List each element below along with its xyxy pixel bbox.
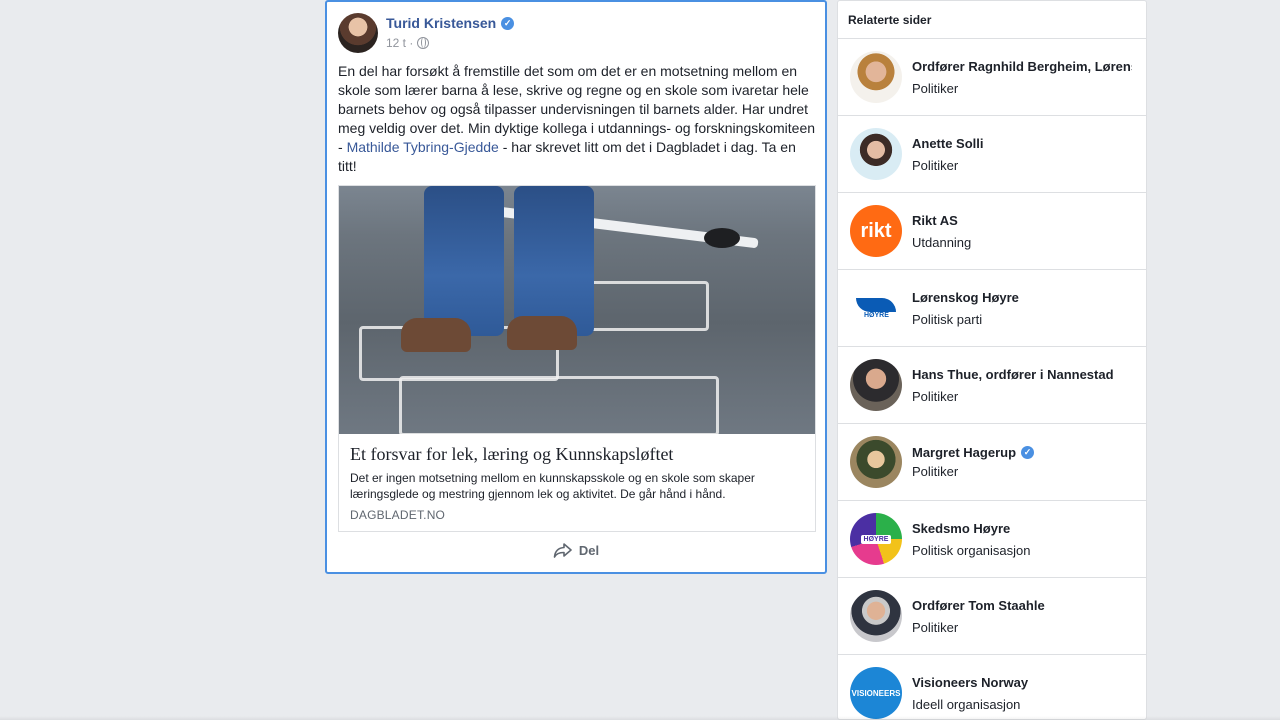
globe-icon[interactable] [417,37,430,49]
related-item-name[interactable]: Lørenskog Høyre [912,290,1132,305]
logo-text: VISIONEERS [851,688,901,698]
logo-text: HØYRE [860,534,892,544]
related-item[interactable]: HØYRE Lørenskog Høyre Politisk parti [838,270,1146,347]
related-item-category: Politisk organisasjon [912,542,1031,558]
related-item[interactable]: Ordfører Tom Staahle Politiker [838,578,1146,655]
related-item[interactable]: HØYRE Skedsmo Høyre Politisk organisasjo… [838,501,1146,578]
related-pages-title: Relaterte sider [838,1,1146,39]
link-body: Et forsvar for lek, læring og Kunnskapsl… [339,434,815,531]
related-pages-panel: Relaterte sider Ordfører Ragnhild Berghe… [837,0,1147,720]
related-item[interactable]: Anette Solli Politiker [838,116,1146,193]
link-title[interactable]: Et forsvar for lek, læring og Kunnskapsl… [350,443,804,465]
related-item[interactable]: Margret Hagerup ✓ Politiker [838,424,1146,501]
verified-badge-icon: ✓ [1021,446,1035,459]
related-item-name[interactable]: Margret Hagerup [912,445,1016,460]
related-item-name-row: Margret Hagerup ✓ [912,445,1132,460]
related-item-text: Rikt AS Utdanning [912,213,1132,250]
post-header: Turid Kristensen ✓ 12 t · [338,13,515,53]
related-item-name[interactable]: Visioneers Norway [912,675,1132,690]
link-domain: DAGBLADET.NO [350,508,446,522]
related-item-category: Politiker [912,157,959,173]
related-item[interactable]: Ordfører Ragnhild Bergheim, Lørenskog Po… [838,39,1146,116]
bottom-shadow [0,716,1280,720]
post-text: En del har forsøkt å fremstille det som … [338,62,818,176]
author-name[interactable]: Turid Kristensen [386,15,496,31]
rikt-logo[interactable]: rikt [850,205,902,257]
related-item-text: Ordfører Tom Staahle Politiker [912,598,1132,635]
leg-right [514,186,594,336]
page-avatar[interactable] [850,590,902,642]
share-label: Del [578,542,600,558]
share-icon [553,543,572,558]
hoyre-wave-icon [856,298,896,312]
page-avatar[interactable] [850,436,902,488]
shoe-left [401,318,471,352]
related-item-text: Ordfører Ragnhild Bergheim, Lørenskog Po… [912,59,1132,96]
page-avatar[interactable] [850,359,902,411]
mention-link[interactable]: Mathilde Tybring-Gjedde [347,139,499,155]
post-card: Turid Kristensen ✓ 12 t · En del har for… [325,0,827,574]
related-item-text: Skedsmo Høyre Politisk organisasjon [912,521,1132,558]
related-item-category: Utdanning [912,234,972,250]
hoyre-logo-mark: HØYRE [854,294,898,322]
post-timestamp[interactable]: 12 t · [386,36,413,50]
author-avatar[interactable] [338,13,378,53]
link-preview[interactable]: Et forsvar for lek, læring og Kunnskapsl… [338,185,816,532]
related-item-category: Ideell organisasjon [912,696,1021,712]
leg-left [424,186,504,336]
post-meta: 12 t · [386,36,514,50]
related-item-category: Politiker [912,388,959,404]
related-item-category: Politisk parti [912,311,983,327]
related-item-name[interactable]: Rikt AS [912,213,1132,228]
logo-text: HØYRE [864,312,889,319]
page-avatar[interactable] [850,51,902,103]
related-item-name[interactable]: Hans Thue, ordfører i Nannestad [912,367,1132,382]
related-item-text: Margret Hagerup ✓ Politiker [912,445,1132,479]
related-item[interactable]: rikt Rikt AS Utdanning [838,193,1146,270]
link-preview-image[interactable] [339,186,815,434]
related-item-text: Hans Thue, ordfører i Nannestad Politike… [912,367,1132,404]
related-item-category: Politiker [912,80,959,96]
shoe-right [507,316,577,350]
related-item-text: Anette Solli Politiker [912,136,1132,173]
related-item-category: Politiker [912,619,959,635]
chalk-line [399,376,719,434]
related-item-name[interactable]: Anette Solli [912,136,1132,151]
related-item-name[interactable]: Skedsmo Høyre [912,521,1132,536]
related-item[interactable]: Hans Thue, ordfører i Nannestad Politike… [838,347,1146,424]
page-avatar[interactable] [850,128,902,180]
visioneers-logo[interactable]: VISIONEERS [850,667,902,719]
skedsmo-hoyre-logo[interactable]: HØYRE [850,513,902,565]
related-item-category: Politiker [912,464,959,479]
scooter-wheel [704,228,740,248]
related-item-name[interactable]: Ordfører Ragnhild Bergheim, Lørenskog [912,59,1132,74]
author-name-row: Turid Kristensen ✓ [386,15,515,31]
share-button[interactable]: Del [327,542,825,558]
related-item-name[interactable]: Ordfører Tom Staahle [912,598,1132,613]
author-info: Turid Kristensen ✓ 12 t · [386,15,515,53]
related-item-text: Visioneers Norway Ideell organisasjon [912,675,1132,712]
hoyre-logo[interactable]: HØYRE [850,282,902,334]
link-description: Det er ingen motsetning mellom en kunnsk… [350,471,755,501]
related-item[interactable]: VISIONEERS Visioneers Norway Ideell orga… [838,655,1146,719]
related-item-text: Lørenskog Høyre Politisk parti [912,290,1132,327]
verified-badge-icon: ✓ [501,16,515,30]
logo-text: rikt [860,219,892,242]
